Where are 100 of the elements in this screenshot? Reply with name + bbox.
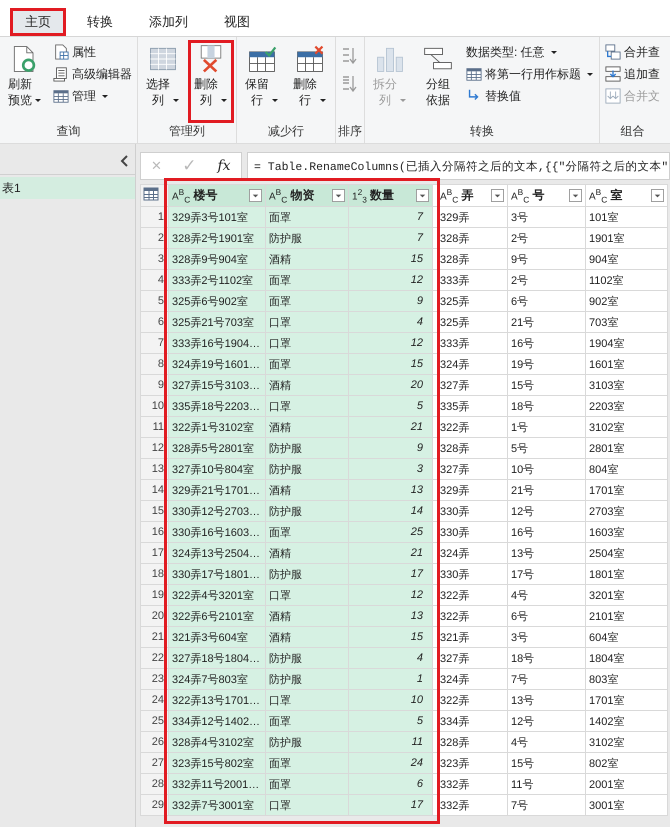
table-cell: 322弄: [432, 606, 508, 626]
table-cell: 327弄15号3103…: [168, 374, 266, 396]
ribbon-button[interactable]: 追加查: [602, 64, 663, 84]
table-cell: 12: [348, 332, 432, 354]
table-cell: 24: [348, 752, 432, 774]
table-cell: 口罩: [266, 312, 348, 332]
table-cell: 334弄12号1402…: [168, 710, 266, 732]
table-cell: 3: [348, 458, 432, 480]
table-cell: 口罩: [266, 332, 348, 354]
table-cell: 防护服: [266, 438, 348, 458]
table-cell: 面罩: [266, 522, 348, 542]
ribbon-tab[interactable]: 主页: [10, 8, 66, 36]
column-header[interactable]: A$^{B}$$_{C}$ 号: [508, 184, 586, 206]
column-header[interactable]: A$^{B}$$_{C}$ 室: [586, 184, 668, 206]
ribbon-button[interactable]: 分组依据: [415, 40, 461, 123]
ribbon-button[interactable]: 选择列: [140, 40, 186, 123]
table-cell: 16号: [508, 332, 586, 354]
group-label: 管理列: [168, 123, 206, 140]
table-cell: 325弄21号703室: [168, 312, 266, 332]
table-cell: 335弄18号2203…: [168, 396, 266, 416]
table-cell: 13: [348, 480, 432, 500]
table-cell: 口罩: [266, 690, 348, 710]
ribbon-button[interactable]: 高级编辑器: [50, 64, 135, 84]
ribbon-button[interactable]: 管理: [50, 86, 135, 106]
filter-dropdown-icon[interactable]: [569, 188, 582, 202]
table-cell: 321弄: [432, 626, 508, 648]
table-cell: 2801室: [586, 438, 668, 458]
table-cell: 332弄11号2001…: [168, 774, 266, 794]
table-cell: 1102室: [586, 270, 668, 290]
ribbon-button[interactable]: 保留行: [239, 40, 285, 123]
table-cell: 327弄: [432, 374, 508, 396]
table-cell: 口罩: [266, 396, 348, 416]
collapse-icon[interactable]: [119, 154, 129, 168]
properties-icon: [53, 44, 69, 60]
table-cell: 1: [348, 668, 432, 690]
table-cell: 323弄15号802室: [168, 752, 266, 774]
append-icon: [605, 66, 621, 82]
column-header[interactable]: A$^{B}$$_{C}$ 物资: [266, 184, 348, 206]
ribbon-button[interactable]: 属性: [50, 42, 135, 62]
ribbon-button[interactable]: 合并查: [602, 42, 663, 62]
filter-dropdown-icon[interactable]: [416, 188, 429, 202]
table-cell: 604室: [586, 626, 668, 648]
table-cell: 酒精: [266, 542, 348, 564]
column-header[interactable]: 1$^{2}$$_{3}$ 数量: [348, 184, 432, 206]
ribbon-button[interactable]: 数据类型: 任意: [463, 42, 597, 62]
ribbon-button[interactable]: 将第一行用作标题: [463, 64, 597, 84]
table-cell: 酒精: [266, 374, 348, 396]
table-cell: 802室: [586, 752, 668, 774]
column-header[interactable]: A$^{B}$$_{C}$ 楼号: [168, 184, 266, 206]
query-item[interactable]: 表1: [0, 177, 135, 199]
ribbon-button[interactable]: 刷新预览: [2, 40, 48, 123]
filter-dropdown-icon[interactable]: [491, 188, 504, 202]
table-cell: 322弄6号2101室: [168, 606, 266, 626]
table-cell: 酒精: [266, 480, 348, 500]
table-cell: 防护服: [266, 732, 348, 752]
table-cell: 6: [348, 774, 432, 794]
table-cell: 803室: [586, 668, 668, 690]
table-cell: 防护服: [266, 458, 348, 480]
table-cell: 21号: [508, 480, 586, 500]
table-cell: 7号: [508, 794, 586, 816]
table-cell: 11号: [508, 774, 586, 794]
table-cell: 335弄: [432, 396, 508, 416]
ribbon-button[interactable]: 替换值: [463, 86, 597, 106]
table-cell: 面罩: [266, 290, 348, 312]
table-cell: 328弄4号3102室: [168, 732, 266, 752]
table-cell: 1801室: [586, 564, 668, 584]
table-cell: 18号: [508, 396, 586, 416]
table-cell: 902室: [586, 290, 668, 312]
table-cell: 15: [348, 248, 432, 270]
column-header[interactable]: A$^{B}$$_{C}$ 弄: [432, 184, 508, 206]
table-cell: 4号: [508, 732, 586, 752]
table-cell: 5: [348, 710, 432, 732]
table-cell: 12: [348, 270, 432, 290]
ribbon-button[interactable]: 删除行: [287, 40, 333, 123]
filter-dropdown-icon[interactable]: [249, 188, 262, 202]
formula-field[interactable]: = Table.RenameColumns(已插入分隔符之后的文本,{{"分隔符之后的文本": [247, 152, 670, 180]
table-cell: 防护服: [266, 500, 348, 522]
filter-dropdown-icon[interactable]: [332, 188, 345, 202]
table-cell: 323弄: [432, 752, 508, 774]
group-label: 转换: [469, 123, 495, 140]
function-button[interactable]: fx: [217, 158, 231, 174]
table-cell: 333弄16号1904…: [168, 332, 266, 354]
table-cell: 4号: [508, 584, 586, 606]
table-menu-icon[interactable]: [143, 187, 161, 201]
table-cell: 14: [348, 500, 432, 522]
ribbon-button[interactable]: 删除列: [188, 40, 234, 123]
table-cell: 面罩: [266, 710, 348, 732]
table-cell: 口罩: [266, 584, 348, 606]
table-cell: 322弄: [432, 584, 508, 606]
table-cell: 13: [348, 606, 432, 626]
table-cell: 口罩: [266, 794, 348, 816]
table-cell: 3103室: [586, 374, 668, 396]
table-cell: 面罩: [266, 752, 348, 774]
table-cell: 10: [348, 690, 432, 710]
filter-dropdown-icon[interactable]: [651, 188, 664, 202]
table-cell: 15号: [508, 374, 586, 396]
table-cell: 332弄7号3001室: [168, 794, 266, 816]
table-cell: 322弄: [432, 416, 508, 438]
table-cell: 15号: [508, 752, 586, 774]
table-cell: 330弄16号1603…: [168, 522, 266, 542]
